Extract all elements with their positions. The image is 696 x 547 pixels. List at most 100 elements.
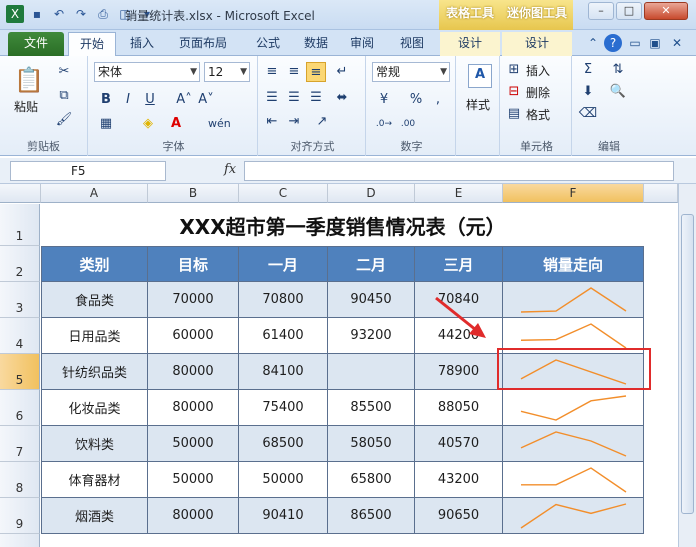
phonetic-icon[interactable]: wén	[208, 114, 231, 134]
delete-cells-button[interactable]: 删除	[526, 84, 550, 101]
table-cell[interactable]: 90650	[415, 498, 503, 534]
table-cell[interactable]: 化妆品类	[41, 390, 148, 426]
format-cells-button[interactable]: 格式	[526, 106, 550, 123]
table-cell[interactable]: 烟酒类	[41, 498, 148, 534]
tab-formulas[interactable]: 公式	[246, 32, 290, 56]
row-header[interactable]: 4	[0, 318, 40, 354]
column-header[interactable]: F	[503, 184, 644, 203]
font-size-combo[interactable]: 12 ▼	[204, 62, 250, 82]
table-cell[interactable]: 70800	[239, 282, 328, 318]
help-icon[interactable]: ?	[604, 34, 622, 52]
row-header[interactable]: 3	[0, 282, 40, 318]
align-top-icon[interactable]: ≡	[262, 62, 282, 82]
row-header[interactable]: 2	[0, 246, 40, 282]
tab-view[interactable]: 视图	[394, 32, 430, 56]
table-cell[interactable]: 43200	[415, 462, 503, 498]
delete-cells-icon[interactable]: ⊟	[504, 82, 524, 102]
table-cell[interactable]	[328, 354, 415, 390]
align-bottom-icon[interactable]: ≡	[306, 62, 326, 82]
column-header-extra[interactable]	[644, 184, 678, 203]
table-header-cell[interactable]: 一月	[239, 246, 328, 282]
increase-decimal-icon[interactable]: .0→	[374, 114, 394, 134]
minimize-button[interactable]: –	[588, 2, 614, 20]
border-icon[interactable]: ▦	[96, 114, 116, 134]
column-header[interactable]: B	[148, 184, 239, 203]
table-cell[interactable]: 44200	[415, 318, 503, 354]
table-header-cell[interactable]: 目标	[148, 246, 239, 282]
sparkline-cell[interactable]	[503, 282, 644, 318]
styles-button[interactable]: 样式	[466, 96, 490, 113]
table-cell[interactable]: 体育器材	[41, 462, 148, 498]
font-name-combo[interactable]: 宋体 ▼	[94, 62, 200, 82]
sparkline-cell[interactable]	[503, 498, 644, 534]
currency-icon[interactable]: ¥	[374, 90, 394, 110]
formula-input[interactable]	[244, 161, 674, 181]
bold-icon[interactable]: B	[96, 90, 116, 110]
table-cell[interactable]: 50000	[239, 462, 328, 498]
table-cell[interactable]: 饮料类	[41, 426, 148, 462]
sort-filter-icon[interactable]: ⇅	[608, 60, 628, 80]
table-cell[interactable]: 70000	[148, 282, 239, 318]
table-cell[interactable]: 85500	[328, 390, 415, 426]
fill-icon[interactable]: ⬇	[578, 82, 598, 102]
align-left-icon[interactable]: ☰	[262, 88, 282, 108]
column-header[interactable]: C	[239, 184, 328, 203]
table-cell[interactable]: 80000	[148, 498, 239, 534]
table-header-cell[interactable]: 三月	[415, 246, 503, 282]
table-cell[interactable]: 93200	[328, 318, 415, 354]
find-select-icon[interactable]: 🔍	[608, 82, 628, 102]
minimize-ribbon-icon[interactable]: ⌃	[584, 34, 602, 52]
fill-color-icon[interactable]: ◈	[138, 114, 158, 134]
tab-page-layout[interactable]: 页面布局	[170, 32, 236, 56]
table-cell[interactable]: 80000	[148, 354, 239, 390]
merge-center-icon[interactable]: ⬌	[332, 88, 352, 108]
table-cell[interactable]: 食品类	[41, 282, 148, 318]
number-format-combo[interactable]: 常规 ▼	[372, 62, 450, 82]
comma-style-icon[interactable]: ,	[428, 90, 448, 110]
sparkline-cell[interactable]	[503, 426, 644, 462]
orientation-icon[interactable]: ↗	[312, 112, 332, 132]
table-cell[interactable]: 60000	[148, 318, 239, 354]
table-cell[interactable]: 80000	[148, 390, 239, 426]
name-box[interactable]: F5	[10, 161, 166, 181]
row-header[interactable]: 9	[0, 498, 40, 534]
sparkline-cell[interactable]	[503, 462, 644, 498]
table-cell[interactable]: 86500	[328, 498, 415, 534]
table-header-cell[interactable]: 销量走向	[503, 246, 644, 282]
table-cell[interactable]: 65800	[328, 462, 415, 498]
tab-review[interactable]: 审阅	[344, 32, 380, 56]
table-header-cell[interactable]: 类别	[41, 246, 148, 282]
insert-cells-icon[interactable]: ⊞	[504, 60, 524, 80]
cut-icon[interactable]: ✂	[54, 62, 74, 82]
restore-window-icon[interactable]: ▭	[626, 34, 644, 52]
styles-icon[interactable]: A	[468, 64, 492, 88]
close-button[interactable]: ✕	[644, 2, 688, 20]
table-cell[interactable]: 61400	[239, 318, 328, 354]
decrease-decimal-icon[interactable]: .00	[398, 114, 418, 134]
restore-window-icon-2[interactable]: ▣	[646, 34, 664, 52]
table-cell[interactable]: 58050	[328, 426, 415, 462]
align-middle-icon[interactable]: ≡	[284, 62, 304, 82]
row-header[interactable]: 5	[0, 354, 40, 390]
tab-home[interactable]: 开始	[68, 32, 116, 56]
table-cell[interactable]: 75400	[239, 390, 328, 426]
table-cell[interactable]: 90410	[239, 498, 328, 534]
wrap-text-icon[interactable]: ↵	[332, 62, 352, 82]
tab-sparkline-design[interactable]: 设计	[502, 32, 572, 56]
grow-font-icon[interactable]: A˄	[174, 90, 194, 110]
row-header[interactable]: 6	[0, 390, 40, 426]
decrease-indent-icon[interactable]: ⇤	[262, 112, 282, 132]
copy-icon[interactable]: ⧉	[54, 86, 74, 106]
align-right-icon[interactable]: ☰	[306, 88, 326, 108]
table-cell[interactable]: 88050	[415, 390, 503, 426]
align-center-icon[interactable]: ☰	[284, 88, 304, 108]
row-header[interactable]: 1	[0, 204, 40, 246]
table-cell[interactable]: 84100	[239, 354, 328, 390]
format-painter-icon[interactable]: 🖌	[54, 110, 74, 130]
select-all-corner[interactable]	[0, 184, 41, 203]
italic-icon[interactable]: I	[118, 90, 138, 110]
column-header[interactable]: A	[41, 184, 148, 203]
table-cell[interactable]: 针纺织品类	[41, 354, 148, 390]
table-cell[interactable]: 50000	[148, 426, 239, 462]
underline-icon[interactable]: U	[140, 90, 160, 110]
